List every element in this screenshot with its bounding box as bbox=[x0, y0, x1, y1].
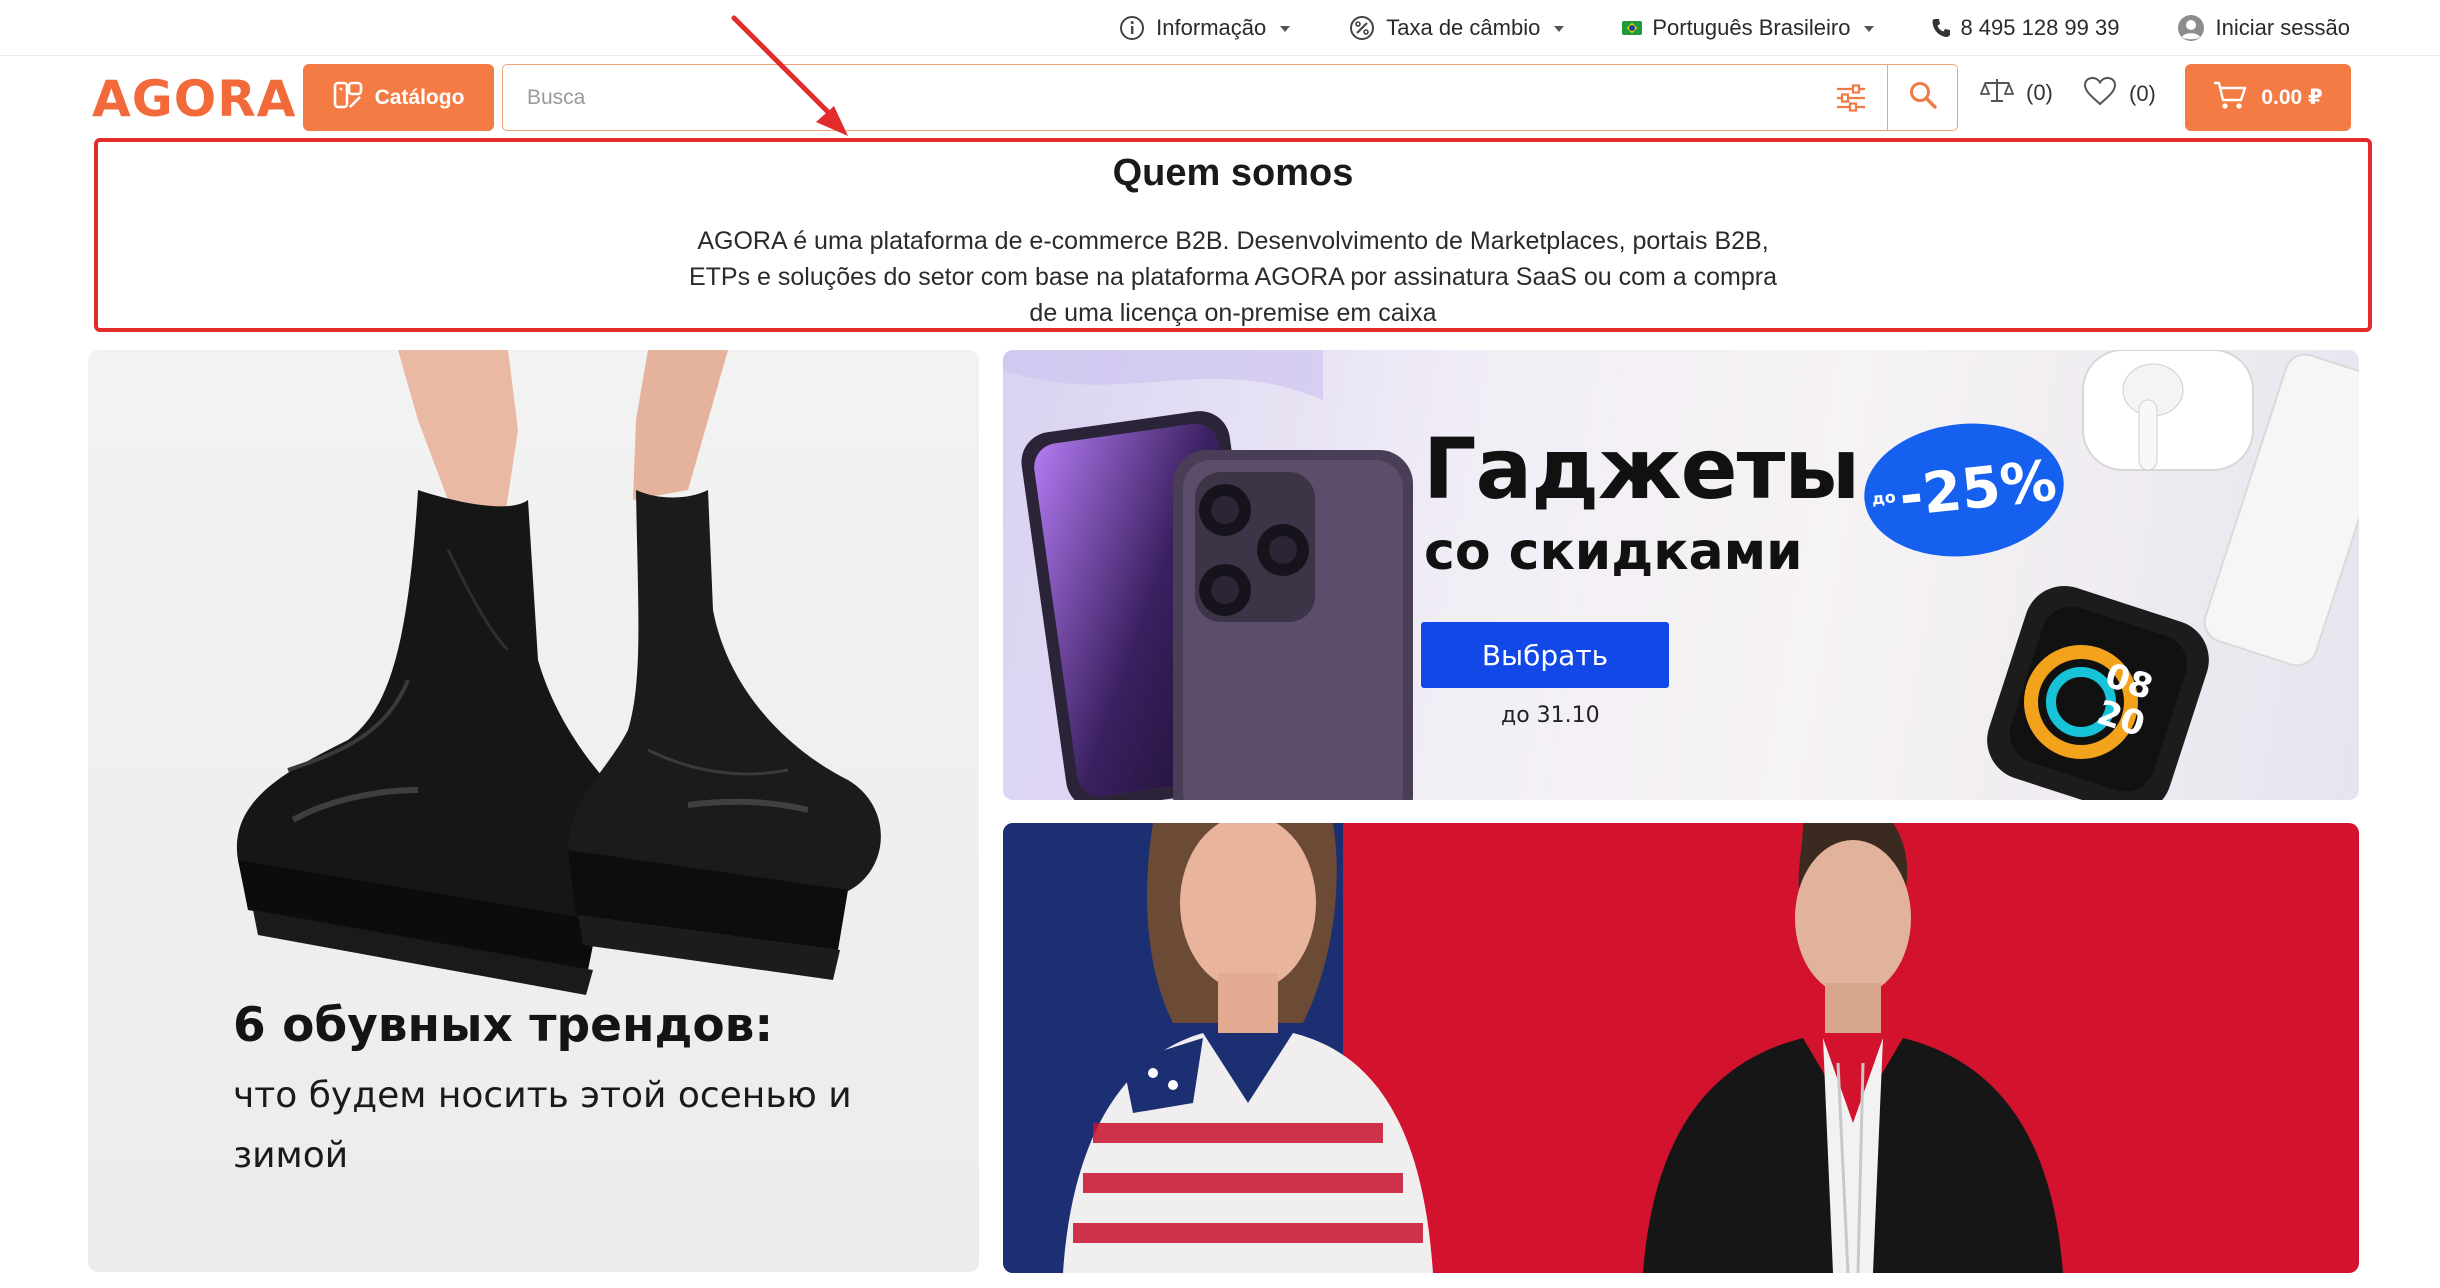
language-menu[interactable]: Português Brasileiro bbox=[1622, 15, 1875, 41]
compare-link[interactable]: (0) bbox=[1979, 76, 2053, 110]
catalog-icon bbox=[333, 80, 363, 116]
login-link[interactable]: Iniciar sessão bbox=[2177, 14, 2350, 42]
wishlist-link[interactable]: (0) bbox=[2083, 76, 2156, 112]
phone-icon bbox=[1932, 14, 1951, 42]
shoes-banner[interactable]: 6 обувных трендов: что будем носить этой… bbox=[88, 350, 979, 1272]
about-description: AGORA é uma plataforma de e-commerce B2B… bbox=[688, 227, 1778, 327]
info-menu[interactable]: Informação bbox=[1118, 14, 1291, 42]
shoes-banner-subtitle: что будем носить этой осенью и зимой bbox=[233, 1075, 852, 1176]
chevron-down-icon bbox=[1554, 26, 1565, 32]
info-menu-label: Informação bbox=[1156, 15, 1267, 40]
currency-menu[interactable]: Taxa de câmbio bbox=[1348, 14, 1565, 42]
catalog-button[interactable]: Catálogo bbox=[303, 64, 494, 131]
cart-button[interactable]: 0.00 ₽ bbox=[2185, 64, 2351, 131]
choose-button[interactable]: Выбрать bbox=[1421, 622, 1669, 688]
percent-icon bbox=[1348, 14, 1376, 42]
agora-logo[interactable]: AGORA bbox=[92, 70, 296, 128]
fashion-banner[interactable] bbox=[1003, 823, 2359, 1273]
search-button[interactable] bbox=[1887, 65, 1957, 130]
search-icon bbox=[1908, 80, 1938, 115]
discount-prefix: до bbox=[1870, 487, 1897, 509]
phone-number: 8 495 128 99 39 bbox=[1960, 15, 2120, 40]
brazil-flag-icon bbox=[1622, 21, 1643, 35]
chevron-down-icon bbox=[1280, 26, 1291, 32]
gadgets-banner-title: Гаджеты bbox=[1423, 420, 1860, 518]
compare-count: (0) bbox=[2026, 80, 2053, 105]
scales-compare-icon bbox=[1979, 76, 2015, 110]
gadgets-banner-subtitle: со скидками bbox=[1424, 522, 1803, 582]
info-icon bbox=[1118, 14, 1146, 42]
about-title: Quem somos bbox=[1112, 152, 1354, 194]
promo-date: до 31.10 bbox=[1501, 703, 1600, 728]
discount-value: -25% bbox=[1896, 447, 2060, 530]
cart-total: 0.00 ₽ bbox=[2261, 86, 2323, 109]
shoes-banner-title: 6 обувных трендов: bbox=[233, 998, 774, 1053]
search-input[interactable] bbox=[503, 65, 1815, 130]
gadgets-banner[interactable]: 08 20 Гаджеты со скидками Выбрать до 31.… bbox=[1003, 350, 2359, 800]
chevron-down-icon bbox=[1864, 26, 1875, 32]
login-label: Iniciar sessão bbox=[2215, 15, 2350, 40]
top-utility-links: Informação Taxa de câmbio Português Bras… bbox=[1118, 0, 2350, 56]
catalog-button-label: Catálogo bbox=[374, 85, 465, 109]
cart-icon bbox=[2213, 80, 2247, 116]
heart-icon bbox=[2083, 76, 2117, 112]
wishlist-count: (0) bbox=[2129, 81, 2156, 106]
models-illustration bbox=[1003, 823, 2063, 1273]
search-bar bbox=[502, 64, 1958, 131]
about-us-section: Quem somos AGORA é uma plataforma de e-c… bbox=[94, 138, 2372, 332]
phone-link[interactable]: 8 495 128 99 39 bbox=[1932, 14, 2119, 42]
user-avatar-icon bbox=[2177, 14, 2205, 42]
main-header: AGORA Catálogo (0) (0) 0.00 ₽ bbox=[0, 56, 2440, 142]
language-menu-label: Português Brasileiro bbox=[1652, 15, 1851, 40]
filter-sliders-icon[interactable] bbox=[1815, 65, 1887, 130]
top-utility-bar: Informação Taxa de câmbio Português Bras… bbox=[0, 0, 2440, 56]
currency-menu-label: Taxa de câmbio bbox=[1386, 15, 1541, 40]
